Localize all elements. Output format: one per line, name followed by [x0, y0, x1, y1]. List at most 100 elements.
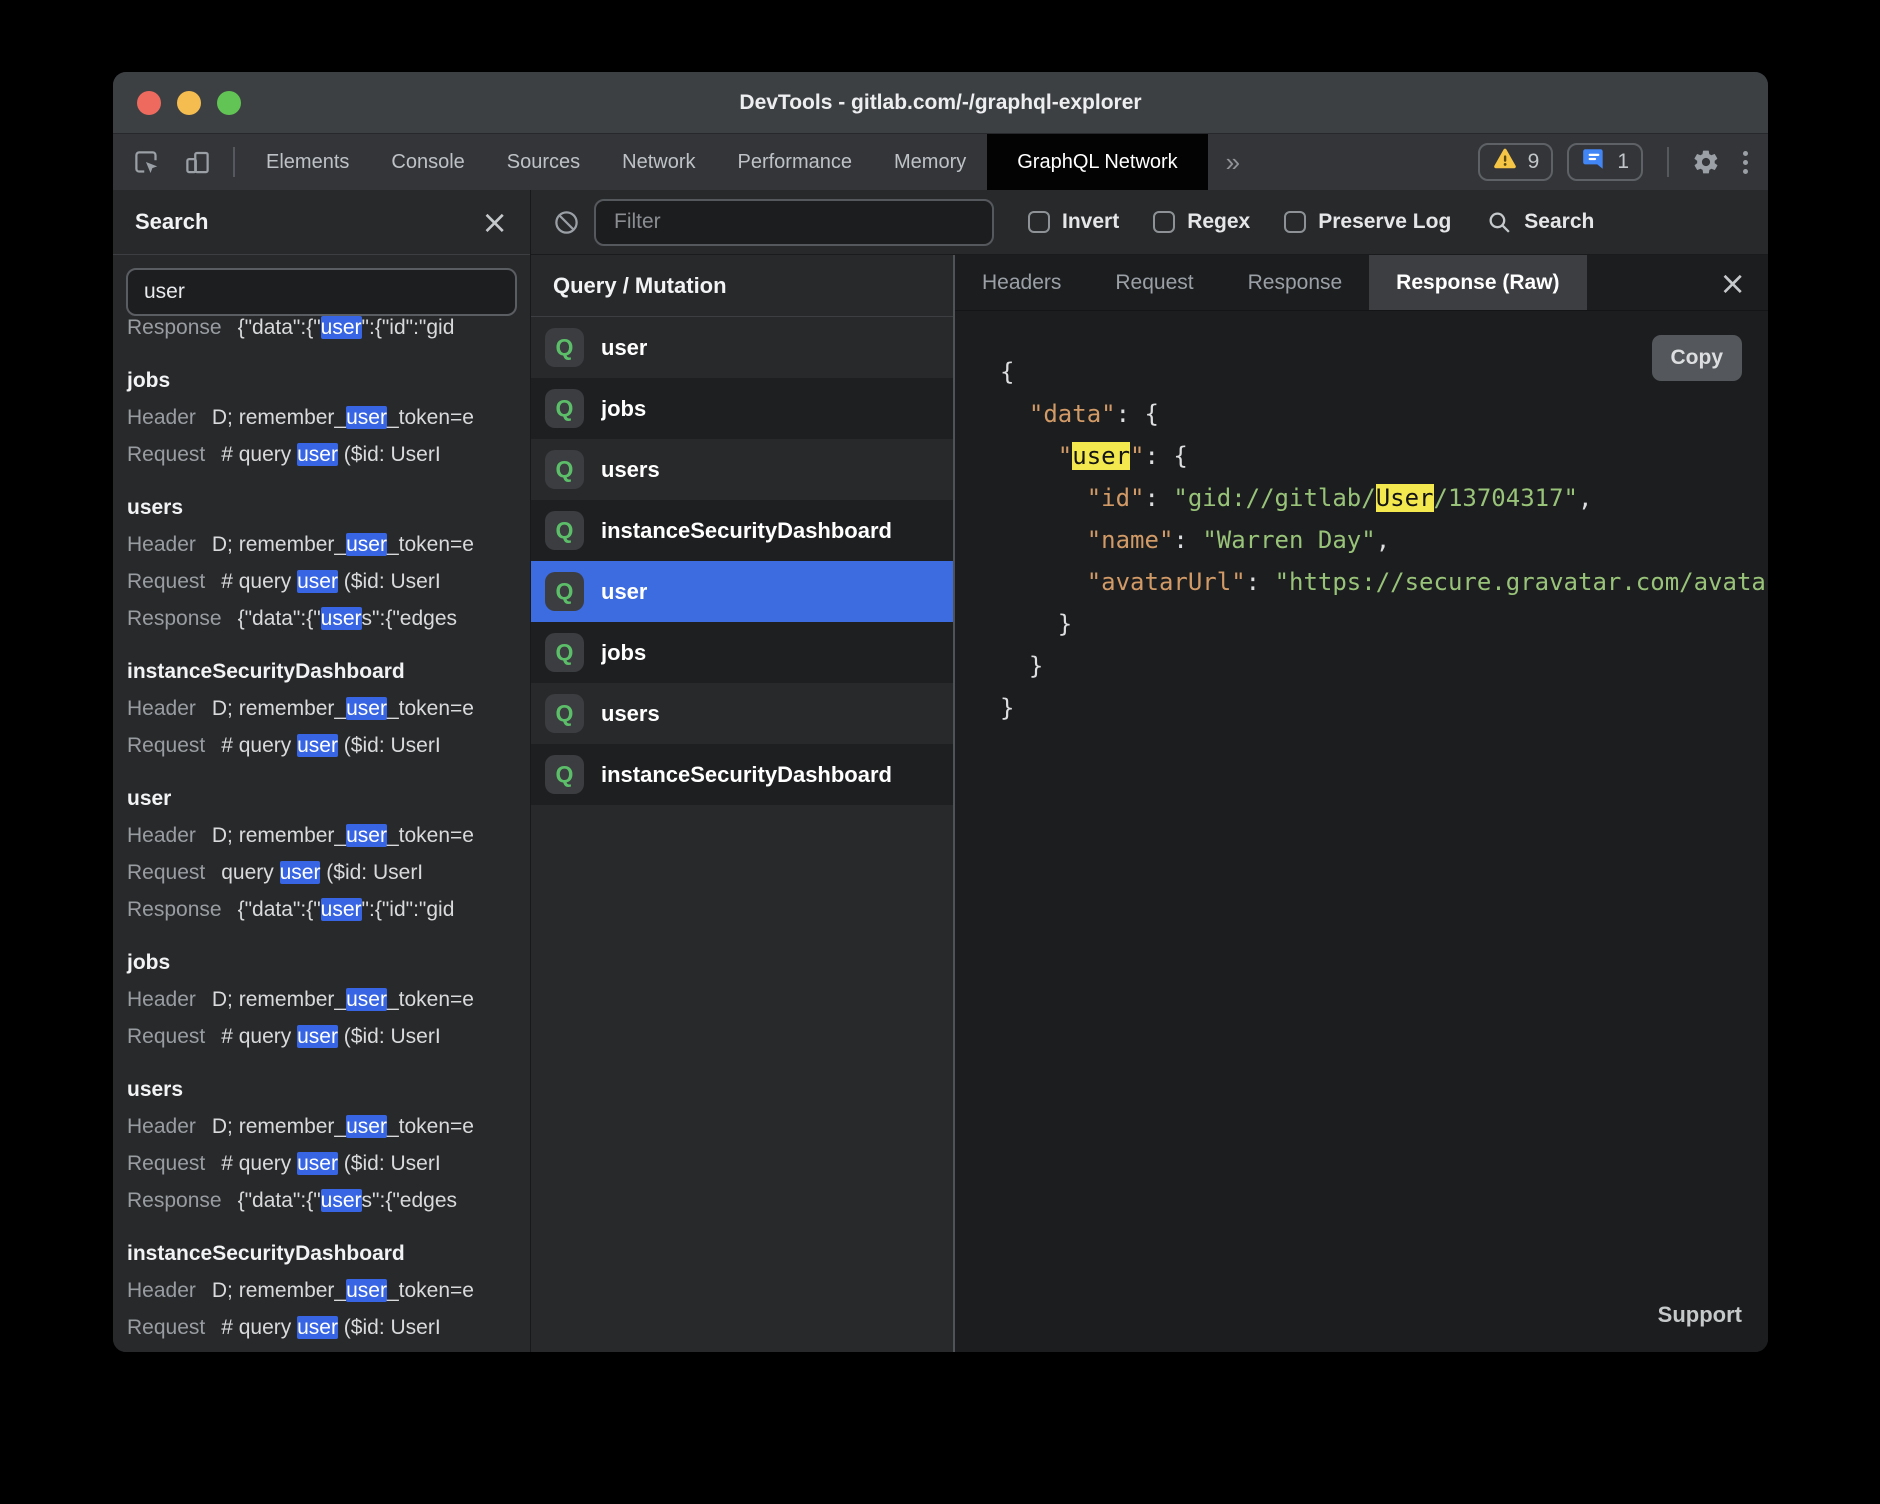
query-item-jobs[interactable]: Qjobs: [531, 622, 953, 683]
search-result-row[interactable]: Response{"data":{"users":{"edges: [127, 1182, 530, 1219]
checkbox-box[interactable]: [1284, 211, 1306, 233]
zoom-window-button[interactable]: [217, 91, 241, 115]
checkbox-box[interactable]: [1028, 211, 1050, 233]
json-token: "gid://gitlab/: [1173, 484, 1375, 512]
settings-gear-icon[interactable]: [1679, 134, 1733, 190]
search-result-row[interactable]: Response{"data":{"user":{"id":"gid: [127, 316, 530, 346]
more-tabs-button[interactable]: »: [1208, 134, 1258, 190]
search-result-row[interactable]: HeaderD; remember_user_token=e: [127, 1272, 530, 1309]
search-result-row[interactable]: Response{"data":{"users":{"edges: [127, 600, 530, 637]
search-row-label: Header: [127, 1108, 196, 1145]
search-result-row[interactable]: Request# query user ($id: UserI: [127, 1018, 530, 1055]
close-window-button[interactable]: [137, 91, 161, 115]
search-input[interactable]: [126, 268, 517, 316]
warning-icon: [1492, 146, 1518, 178]
tab-graphql-network[interactable]: GraphQL Network: [987, 134, 1207, 190]
search-result-row[interactable]: Header D; remember_user_token=e: [127, 1108, 530, 1145]
json-line: "user": {: [1000, 435, 1768, 477]
kebab-menu-icon[interactable]: [1733, 151, 1768, 174]
search-row-label: Request: [127, 854, 205, 891]
search-result-row[interactable]: Response{"data":{"user":{"id":"gid: [127, 891, 530, 928]
copy-button[interactable]: Copy: [1652, 335, 1743, 381]
search-close-icon[interactable]: ×: [481, 206, 508, 238]
json-token: "https://secure.gravatar.com/avatar: [1275, 568, 1768, 596]
json-token: }: [1000, 694, 1014, 722]
search-highlight: user: [346, 697, 387, 720]
checkbox-invert[interactable]: Invert: [1028, 210, 1119, 234]
json-token: "name": [1087, 526, 1174, 554]
devtools-window: DevTools - gitlab.com/-/graphql-explorer…: [113, 72, 1768, 1352]
network-search-button[interactable]: Search: [1487, 210, 1594, 235]
tab-network[interactable]: Network: [601, 134, 716, 190]
search-text-segment: ":{"id":"gid: [362, 316, 455, 339]
response-close-icon[interactable]: ×: [1719, 267, 1746, 299]
badge-warning[interactable]: 9: [1478, 143, 1554, 181]
query-item-user[interactable]: Quser: [531, 317, 953, 378]
search-text-segment: s":{"edges: [362, 607, 457, 630]
checkbox-box[interactable]: [1153, 211, 1175, 233]
search-result-row[interactable]: Request# query user ($id: UserI: [127, 436, 530, 473]
clear-requests-icon[interactable]: [553, 209, 580, 236]
json-token: }: [1000, 652, 1043, 680]
toolbar-spacer: [1258, 134, 1477, 190]
query-type-icon: Q: [545, 572, 584, 611]
search-highlight: user: [346, 988, 387, 1011]
json-token: {: [1000, 358, 1014, 386]
tab-sources[interactable]: Sources: [486, 134, 601, 190]
inspect-element-icon[interactable]: [113, 134, 172, 190]
search-text-segment: ($id: UserI: [338, 1152, 441, 1175]
query-item-users[interactable]: Qusers: [531, 439, 953, 500]
search-highlight: user: [297, 1152, 338, 1175]
search-panel-title: Search: [135, 209, 208, 235]
minimize-window-button[interactable]: [177, 91, 201, 115]
response-tab-response[interactable]: Response: [1221, 255, 1370, 310]
search-text-segment: # query: [221, 1025, 297, 1048]
search-result-row[interactable]: HeaderD; remember_user_token=e: [127, 690, 530, 727]
badge-chat[interactable]: 1: [1567, 143, 1643, 181]
json-token: }: [1000, 610, 1072, 638]
tab-elements[interactable]: Elements: [245, 134, 370, 190]
json-line: "avatarUrl": "https://secure.gravatar.co…: [1000, 561, 1768, 603]
checkbox-regex[interactable]: Regex: [1153, 210, 1250, 234]
query-type-icon: Q: [545, 450, 584, 489]
filter-input[interactable]: [594, 199, 994, 246]
search-result-row[interactable]: HeaderD; remember_user_token=e: [127, 981, 530, 1018]
query-item-instancesecuritydashboard[interactable]: QinstanceSecurityDashboard: [531, 500, 953, 561]
json-token: {: [1145, 400, 1159, 428]
search-row-text: {"data":{"users":{"edges: [238, 1182, 457, 1219]
tab-memory[interactable]: Memory: [873, 134, 987, 190]
json-token: ": [1130, 442, 1144, 470]
query-item-instancesecuritydashboard[interactable]: QinstanceSecurityDashboard: [531, 744, 953, 805]
search-result-row[interactable]: HeaderD; remember_user_token=e: [127, 526, 530, 563]
search-text-segment: _token=e: [387, 824, 474, 847]
search-result-row[interactable]: Requestquery user ($id: UserI: [127, 854, 530, 891]
json-line: }: [1000, 645, 1768, 687]
search-result-row[interactable]: HeaderD; remember_user_token=e: [127, 817, 530, 854]
badge-count: 9: [1528, 150, 1540, 174]
toolbar-divider: [233, 147, 235, 177]
query-item-label: user: [601, 335, 647, 361]
json-token: [1000, 400, 1029, 428]
search-row-text: D; remember_user_token=e: [212, 1108, 474, 1145]
response-tab-response-raw[interactable]: Response (Raw): [1369, 255, 1586, 310]
tab-console[interactable]: Console: [370, 134, 485, 190]
support-link[interactable]: Support: [1658, 1294, 1742, 1336]
checkbox-preserve-log[interactable]: Preserve Log: [1284, 210, 1451, 234]
query-item-users[interactable]: Qusers: [531, 683, 953, 744]
query-item-user[interactable]: Quser: [531, 561, 953, 622]
device-toolbar-icon[interactable]: [172, 134, 223, 190]
tab-performance[interactable]: Performance: [717, 134, 874, 190]
search-text-segment: ($id: UserI: [320, 861, 423, 884]
response-tab-headers[interactable]: Headers: [955, 255, 1088, 310]
search-row-label: Header: [127, 981, 196, 1018]
response-tab-request[interactable]: Request: [1088, 255, 1220, 310]
json-token: :: [1145, 442, 1174, 470]
search-text-segment: _token=e: [387, 406, 474, 429]
search-result-row[interactable]: Request# query user ($id: UserI: [127, 1145, 530, 1182]
search-result-row[interactable]: HeaderD; remember_user_token=e: [127, 399, 530, 436]
json-line: }: [1000, 603, 1768, 645]
query-item-jobs[interactable]: Qjobs: [531, 378, 953, 439]
search-result-row[interactable]: Request# query user ($id: UserI: [127, 563, 530, 600]
search-result-row[interactable]: Request# query user ($id: UserI: [127, 727, 530, 764]
search-result-row[interactable]: Request# query user ($id: UserI: [127, 1309, 530, 1346]
